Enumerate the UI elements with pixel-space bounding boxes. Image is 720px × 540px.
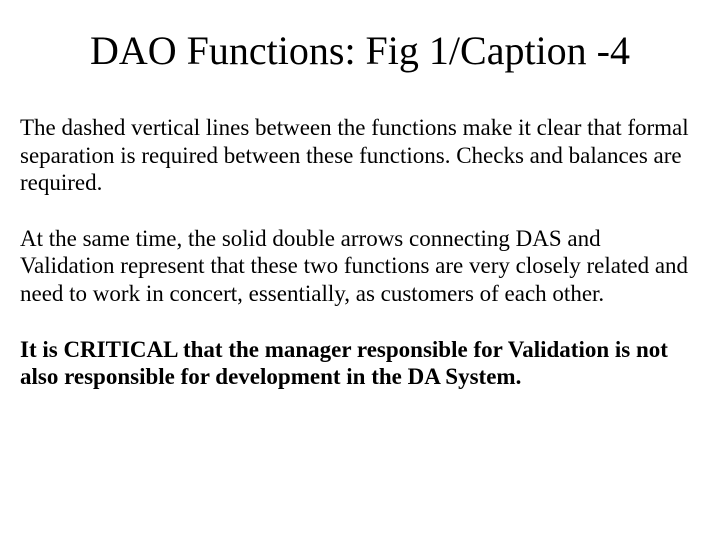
slide: DAO Functions: Fig 1/Caption -4 The dash… <box>0 0 720 540</box>
slide-title: DAO Functions: Fig 1/Caption -4 <box>20 28 700 74</box>
slide-body: The dashed vertical lines between the fu… <box>20 114 700 391</box>
paragraph-1: The dashed vertical lines between the fu… <box>20 114 700 197</box>
paragraph-2: At the same time, the solid double arrow… <box>20 225 700 308</box>
paragraph-3-critical: It is CRITICAL that the manager responsi… <box>20 336 700 391</box>
